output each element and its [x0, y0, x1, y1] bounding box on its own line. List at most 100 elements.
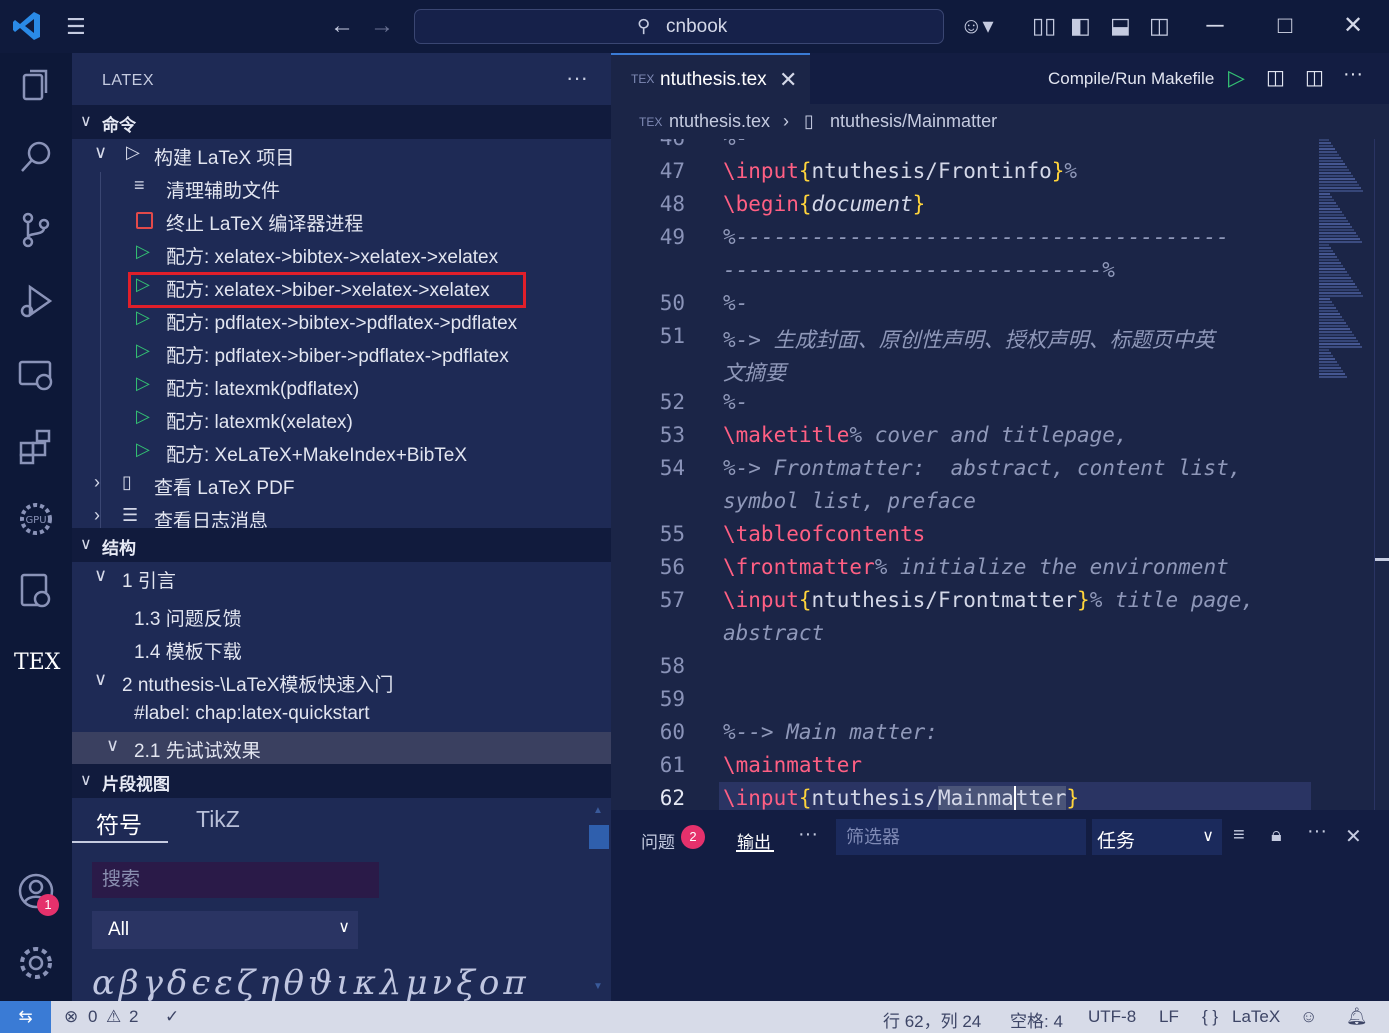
toggle-panel-icon[interactable]: ⬓: [1110, 12, 1131, 40]
warning-icon[interactable]: ⚠: [106, 1007, 121, 1027]
recipe-item[interactable]: ▷ 配方: xelatex->bibtex->xelatex->xelatex: [72, 238, 611, 271]
command-center-search[interactable]: ⚲ cnbook: [414, 9, 944, 44]
snippet-search-field[interactable]: [92, 862, 379, 898]
code-line[interactable]: ------------------------------%: [723, 258, 1115, 282]
explorer-icon[interactable]: [14, 65, 58, 109]
minimize-button[interactable]: ─: [1200, 10, 1230, 42]
output-filter-field[interactable]: [836, 819, 1086, 855]
filter-input[interactable]: [836, 819, 1086, 855]
more-actions-icon[interactable]: ···: [1307, 820, 1327, 843]
command-view-log[interactable]: › ☰ 查看日志消息: [72, 502, 611, 528]
testing-icon[interactable]: [14, 571, 58, 615]
breadcrumb-file[interactable]: ntuthesis.tex: [669, 111, 770, 132]
error-count[interactable]: 0: [88, 1007, 97, 1027]
remote-indicator-icon[interactable]: ⇆: [0, 1001, 51, 1033]
tex-icon[interactable]: TEX: [14, 641, 60, 685]
code-line[interactable]: \tableofcontents: [723, 522, 925, 546]
toggle-primary-sidebar-icon[interactable]: ◧: [1070, 12, 1091, 40]
structure-item-selected[interactable]: ∨ 2.1 先试试效果: [72, 732, 611, 765]
scrollbar-thumb[interactable]: [589, 825, 609, 849]
close-panel-icon[interactable]: ✕: [1345, 824, 1362, 849]
copilot-icon[interactable]: ☺▾: [960, 12, 994, 40]
remote-explorer-icon[interactable]: [14, 355, 58, 399]
recipe-item[interactable]: ▷ 配方: latexmk(xelatex): [72, 403, 611, 436]
lock-scroll-icon[interactable]: 🔒︎: [1271, 824, 1282, 847]
more-actions-icon[interactable]: ···: [1343, 63, 1363, 86]
settings-gear-icon[interactable]: [14, 943, 58, 987]
copilot-icon[interactable]: ☺: [1300, 1007, 1317, 1027]
code-line[interactable]: \input{ntuthesis/Frontmatter}% title pag…: [723, 588, 1254, 612]
recipe-item[interactable]: ▷ 配方: XeLaTeX+MakeIndex+BibTeX: [72, 436, 611, 469]
code-line[interactable]: %-> 生成封面、原创性声明、授权声明、标题页中英: [723, 324, 1215, 354]
code-line[interactable]: \begin{document}: [723, 192, 925, 216]
structure-item[interactable]: ∨ 2 ntuthesis-\LaTeX模板快速入门: [72, 666, 611, 699]
language-mode[interactable]: LaTeX: [1232, 1007, 1280, 1027]
notifications-bell-icon[interactable]: 🔔︎: [1346, 1007, 1368, 1027]
code-line[interactable]: symbol list, preface: [723, 489, 976, 513]
back-arrow-icon[interactable]: ←: [330, 12, 354, 40]
snippet-category-select[interactable]: All ∨: [92, 911, 358, 949]
code-line[interactable]: \input{ntuthesis/Mainmatter}: [723, 786, 1079, 810]
tab-tikz[interactable]: TikZ: [196, 806, 240, 833]
code-line[interactable]: 文摘要: [723, 357, 786, 387]
preview-icon[interactable]: ◫: [1266, 65, 1285, 90]
snippet-search-input[interactable]: [92, 862, 379, 898]
run-icon[interactable]: ▷: [1228, 65, 1245, 91]
recipe-item[interactable]: ▷ 配方: latexmk(pdflatex): [72, 370, 611, 403]
end-of-line[interactable]: LF: [1159, 1007, 1179, 1027]
structure-item[interactable]: ∨ 1 引言: [72, 562, 611, 595]
code-editor[interactable]: 46 %- 47 \input{ntuthesis/Frontinfo}% 48 \beg…: [611, 139, 1311, 810]
command-build[interactable]: ∨ ▷ 构建 LaTeX 项目: [72, 139, 611, 172]
error-icon[interactable]: ⊗: [64, 1007, 78, 1027]
code-line[interactable]: \mainmatter: [723, 753, 862, 777]
extensions-icon[interactable]: [14, 427, 58, 471]
more-tabs-icon[interactable]: ···: [798, 823, 818, 846]
cursor-position[interactable]: 行 62，列 24: [883, 1007, 981, 1032]
menu-icon[interactable]: ☰: [66, 16, 94, 38]
code-line[interactable]: %--> Main matter:: [723, 720, 938, 744]
code-line[interactable]: %---------------------------------------: [723, 225, 1229, 249]
commands-section-header[interactable]: ∨ 命令: [72, 105, 611, 139]
close-window-button[interactable]: ✕: [1338, 10, 1368, 42]
warning-count[interactable]: 2: [129, 1007, 138, 1027]
code-line[interactable]: %-> Frontmatter: abstract, content list,: [723, 456, 1241, 480]
compile-makefile-button[interactable]: Compile/Run Makefile: [1048, 69, 1214, 89]
clear-output-icon[interactable]: ≡: [1233, 824, 1245, 847]
structure-section-header[interactable]: ∨ 结构: [72, 528, 611, 562]
structure-item[interactable]: 1.4 模板下载: [72, 633, 611, 666]
tab-problems[interactable]: 问题: [641, 828, 675, 853]
command-view-pdf[interactable]: › ▯ 查看 LaTeX PDF: [72, 469, 611, 502]
greek-symbols[interactable]: αβγδϵεζηθϑικλμνξoπ: [92, 963, 530, 1003]
search-icon[interactable]: [14, 137, 58, 181]
structure-item[interactable]: #label: chap:latex-quickstart: [72, 699, 611, 732]
split-editor-icon[interactable]: ◫: [1305, 65, 1324, 90]
indentation[interactable]: 空格: 4: [1010, 1007, 1063, 1032]
command-terminate[interactable]: 终止 LaTeX 编译器进程: [72, 205, 611, 238]
source-control-icon[interactable]: [14, 210, 58, 254]
recipe-item[interactable]: ▷ 配方: pdflatex->biber->pdflatex->pdflate…: [72, 337, 611, 370]
minimap[interactable]: [1317, 139, 1367, 389]
output-channel-select[interactable]: 任务 ∨: [1092, 819, 1222, 855]
check-icon[interactable]: ✓: [165, 1007, 179, 1027]
maximize-button[interactable]: □: [1270, 10, 1300, 42]
tab-ntuthesis[interactable]: TEX ntuthesis.tex ✕: [611, 53, 810, 104]
editor-scrollbar[interactable]: [1374, 139, 1389, 810]
code-line[interactable]: %-: [723, 139, 748, 150]
snippet-scrollbar[interactable]: ▲ ▼: [589, 805, 609, 995]
customize-layout-icon[interactable]: ▯▯: [1032, 12, 1056, 40]
command-clean[interactable]: ≡ 清理辅助文件: [72, 172, 611, 205]
code-line[interactable]: %-: [723, 291, 748, 315]
close-tab-icon[interactable]: ✕: [779, 67, 797, 93]
breadcrumb-symbol[interactable]: ntuthesis/Mainmatter: [830, 111, 997, 132]
run-debug-icon[interactable]: [14, 281, 58, 325]
code-line[interactable]: \frontmatter% initialize the environment: [723, 555, 1229, 579]
tab-symbols[interactable]: 符号: [96, 806, 142, 840]
forward-arrow-icon[interactable]: →: [370, 12, 394, 40]
gpu-icon[interactable]: GPU: [14, 499, 58, 543]
more-actions-icon[interactable]: ···: [566, 65, 588, 91]
code-line[interactable]: \input{ntuthesis/Frontinfo}%: [723, 159, 1077, 183]
code-line[interactable]: \maketitle% cover and titlepage,: [723, 423, 1128, 447]
code-line[interactable]: abstract: [723, 621, 824, 645]
code-line[interactable]: %-: [723, 390, 748, 414]
snippet-section-header[interactable]: ∨ 片段视图: [72, 764, 611, 798]
